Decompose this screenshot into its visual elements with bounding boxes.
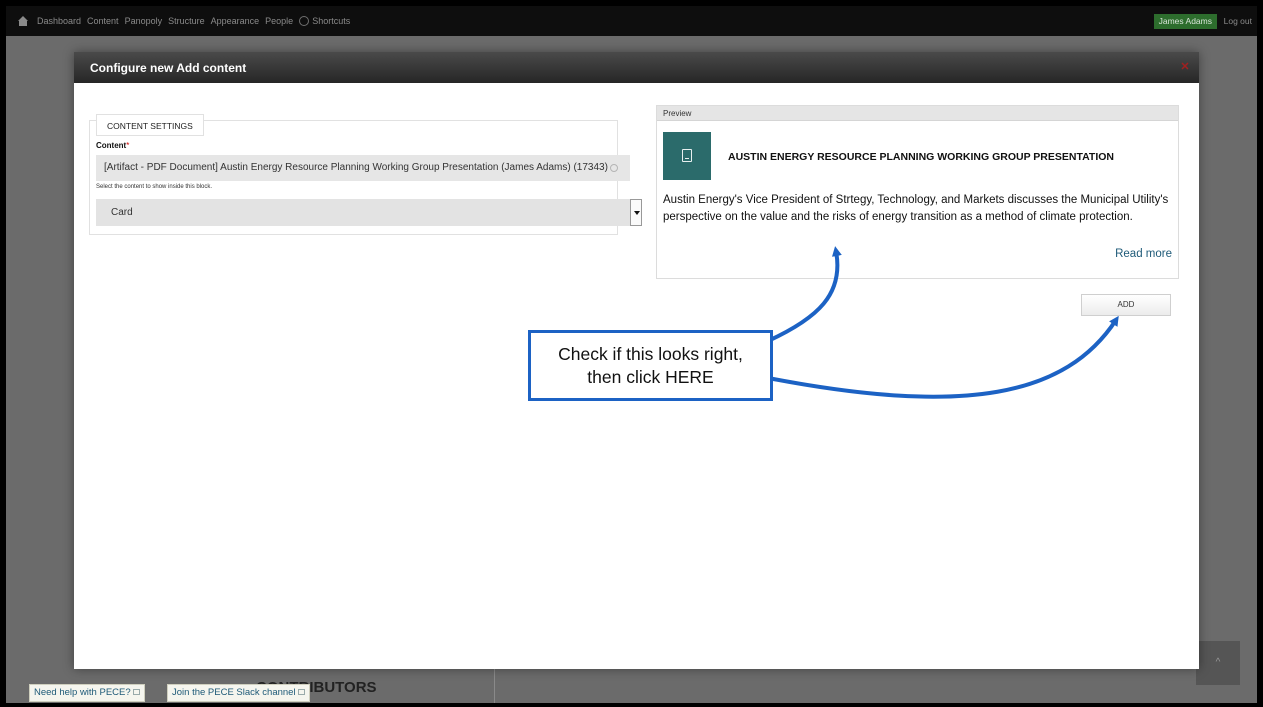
browser-viewport: Dashboard Content Panopoly Structure App… <box>6 6 1257 703</box>
callout-line-1: Check if this looks right, <box>558 344 743 364</box>
arrow-to-preview <box>767 246 842 343</box>
callout-line-2: then click HERE <box>587 367 714 387</box>
arrow-to-add-button <box>767 315 1119 399</box>
annotation-callout: Check if this looks right, then click HE… <box>528 330 773 401</box>
